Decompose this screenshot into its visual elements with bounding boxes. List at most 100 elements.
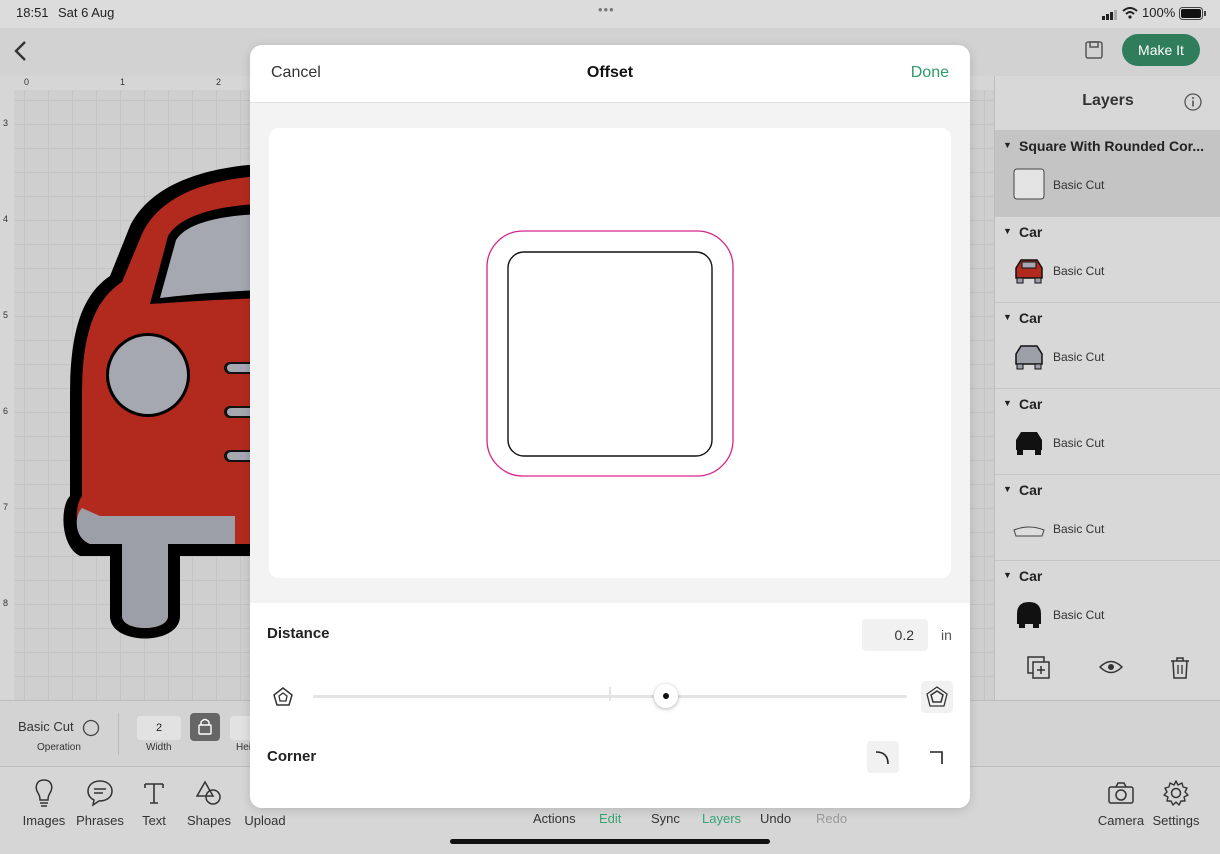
ruler-mark: 0 [24,77,30,87]
layer-group-square[interactable]: ▼ Square With Rounded Cor... Basic Cut [995,130,1220,217]
offset-preview-shape [486,230,734,477]
dialog-title: Offset [586,64,634,81]
ruler-vertical: 3 4 5 6 7 8 [0,90,14,700]
tab-redo[interactable]: Redo [816,811,847,826]
battery-icon [1179,7,1207,23]
height-label: Hei [236,742,252,753]
offset-outset-icon[interactable] [921,681,953,713]
layers-actions [995,646,1220,700]
signal-icon [1102,8,1118,23]
gear-icon [1152,777,1200,809]
distance-input[interactable]: 0.2 [862,619,928,651]
tab-label: Camera [1097,813,1145,828]
square-shape [507,251,713,457]
tab-settings[interactable]: Settings [1152,777,1200,828]
offset-dialog: Cancel Offset Done Distance 0.2 in Corne… [250,45,970,808]
ruler-mark: 6 [3,406,9,416]
eye-icon[interactable] [1098,658,1124,681]
operation-label: Operation [37,742,81,753]
offset-inset-icon[interactable] [270,684,296,710]
offset-controls: Distance 0.2 in Corner [250,603,970,808]
tab-label: Upload [244,813,286,828]
save-icon[interactable] [1085,41,1103,64]
tab-actions[interactable]: Actions [533,811,576,826]
layer-thumbnail [1013,426,1045,458]
layer-group-car[interactable]: ▼ Car Basic Cut [995,302,1220,389]
collapse-triangle-icon[interactable]: ▼ [1003,226,1012,236]
operation-dot-icon[interactable] [82,719,100,742]
tab-camera[interactable]: Camera [1097,777,1145,828]
tab-label: Settings [1152,813,1200,828]
layer-group-name: Car [1019,396,1043,412]
battery-percent: 100% [1142,5,1176,20]
tab-label: Text [142,813,166,828]
width-input[interactable]: 2 [137,716,181,740]
back-chevron-icon[interactable] [12,40,28,67]
tab-undo[interactable]: Undo [760,811,791,826]
status-time: 18:51 [16,5,49,20]
layer-group-car[interactable]: ▼ Car Basic Cut [995,474,1220,561]
layer-group-car[interactable]: ▼ Car Basic Cut [995,216,1220,303]
trash-icon[interactable] [1169,656,1191,685]
multitask-dots-icon[interactable]: ••• [598,2,615,17]
distance-slider-thumb[interactable] [654,684,679,708]
collapse-triangle-icon[interactable]: ▼ [1003,484,1012,494]
layer-group-car[interactable]: ▼ Car Basic Cut [995,560,1220,647]
car-design[interactable] [0,76,260,700]
height-input[interactable] [230,716,250,740]
tab-sync[interactable]: Sync [651,811,680,826]
layer-group-name: Car [1019,310,1043,326]
tab-edit[interactable]: Edit [599,811,621,826]
status-bar: 18:51 Sat 6 Aug ••• 100% [0,0,1220,28]
divider [118,713,119,755]
corner-sharp-icon[interactable] [921,741,953,773]
distance-label: Distance [267,625,330,642]
lock-ratio-button[interactable] [190,713,220,741]
layer-operation: Basic Cut [1053,608,1105,622]
info-icon[interactable] [1184,93,1202,116]
collapse-triangle-icon[interactable]: ▼ [1003,140,1012,150]
ruler-mark: 5 [3,310,9,320]
layer-thumbnail [1013,512,1045,544]
dialog-header: Cancel Offset Done [250,45,970,103]
layer-operation: Basic Cut [1053,178,1105,192]
group-add-icon[interactable] [1027,656,1051,685]
tab-layers[interactable]: Layers [702,811,741,826]
slider-zero-tick [609,687,611,701]
layer-operation: Basic Cut [1053,522,1105,536]
home-indicator[interactable] [450,839,770,844]
wifi-icon [1122,7,1138,22]
corner-rounded-icon[interactable] [867,741,899,773]
layer-thumbnail [1013,598,1045,630]
tab-label: Images [22,813,66,828]
lock-icon [198,718,212,735]
tab-text[interactable]: Text [134,777,174,828]
lightbulb-icon [20,777,68,809]
distance-unit: in [941,627,952,643]
collapse-triangle-icon[interactable]: ▼ [1003,570,1012,580]
camera-icon [1097,777,1145,809]
tab-label: Shapes [186,813,232,828]
collapse-triangle-icon[interactable]: ▼ [1003,312,1012,322]
done-button[interactable]: Done [911,64,949,82]
tab-images[interactable]: Images [20,777,68,828]
operation-value[interactable]: Basic Cut [18,719,74,734]
ruler-mark: 8 [3,598,9,608]
ruler-mark: 1 [120,77,126,87]
status-date: Sat 6 Aug [58,5,115,20]
ruler-mark: 3 [3,118,9,128]
tab-phrases[interactable]: Phrases [76,777,124,828]
make-it-button[interactable]: Make It [1122,34,1200,66]
tab-label: Phrases [76,813,124,828]
ruler-mark: 4 [3,214,9,224]
layer-operation: Basic Cut [1053,264,1105,278]
layer-group-name: Car [1019,568,1043,584]
layer-group-name: Car [1019,482,1043,498]
tab-shapes[interactable]: Shapes [186,777,232,828]
layer-thumbnail [1013,168,1045,200]
ruler-mark: 2 [216,77,222,87]
layer-group-car[interactable]: ▼ Car Basic Cut [995,388,1220,475]
offset-preview [269,128,951,578]
collapse-triangle-icon[interactable]: ▼ [1003,398,1012,408]
corner-label: Corner [267,748,317,765]
